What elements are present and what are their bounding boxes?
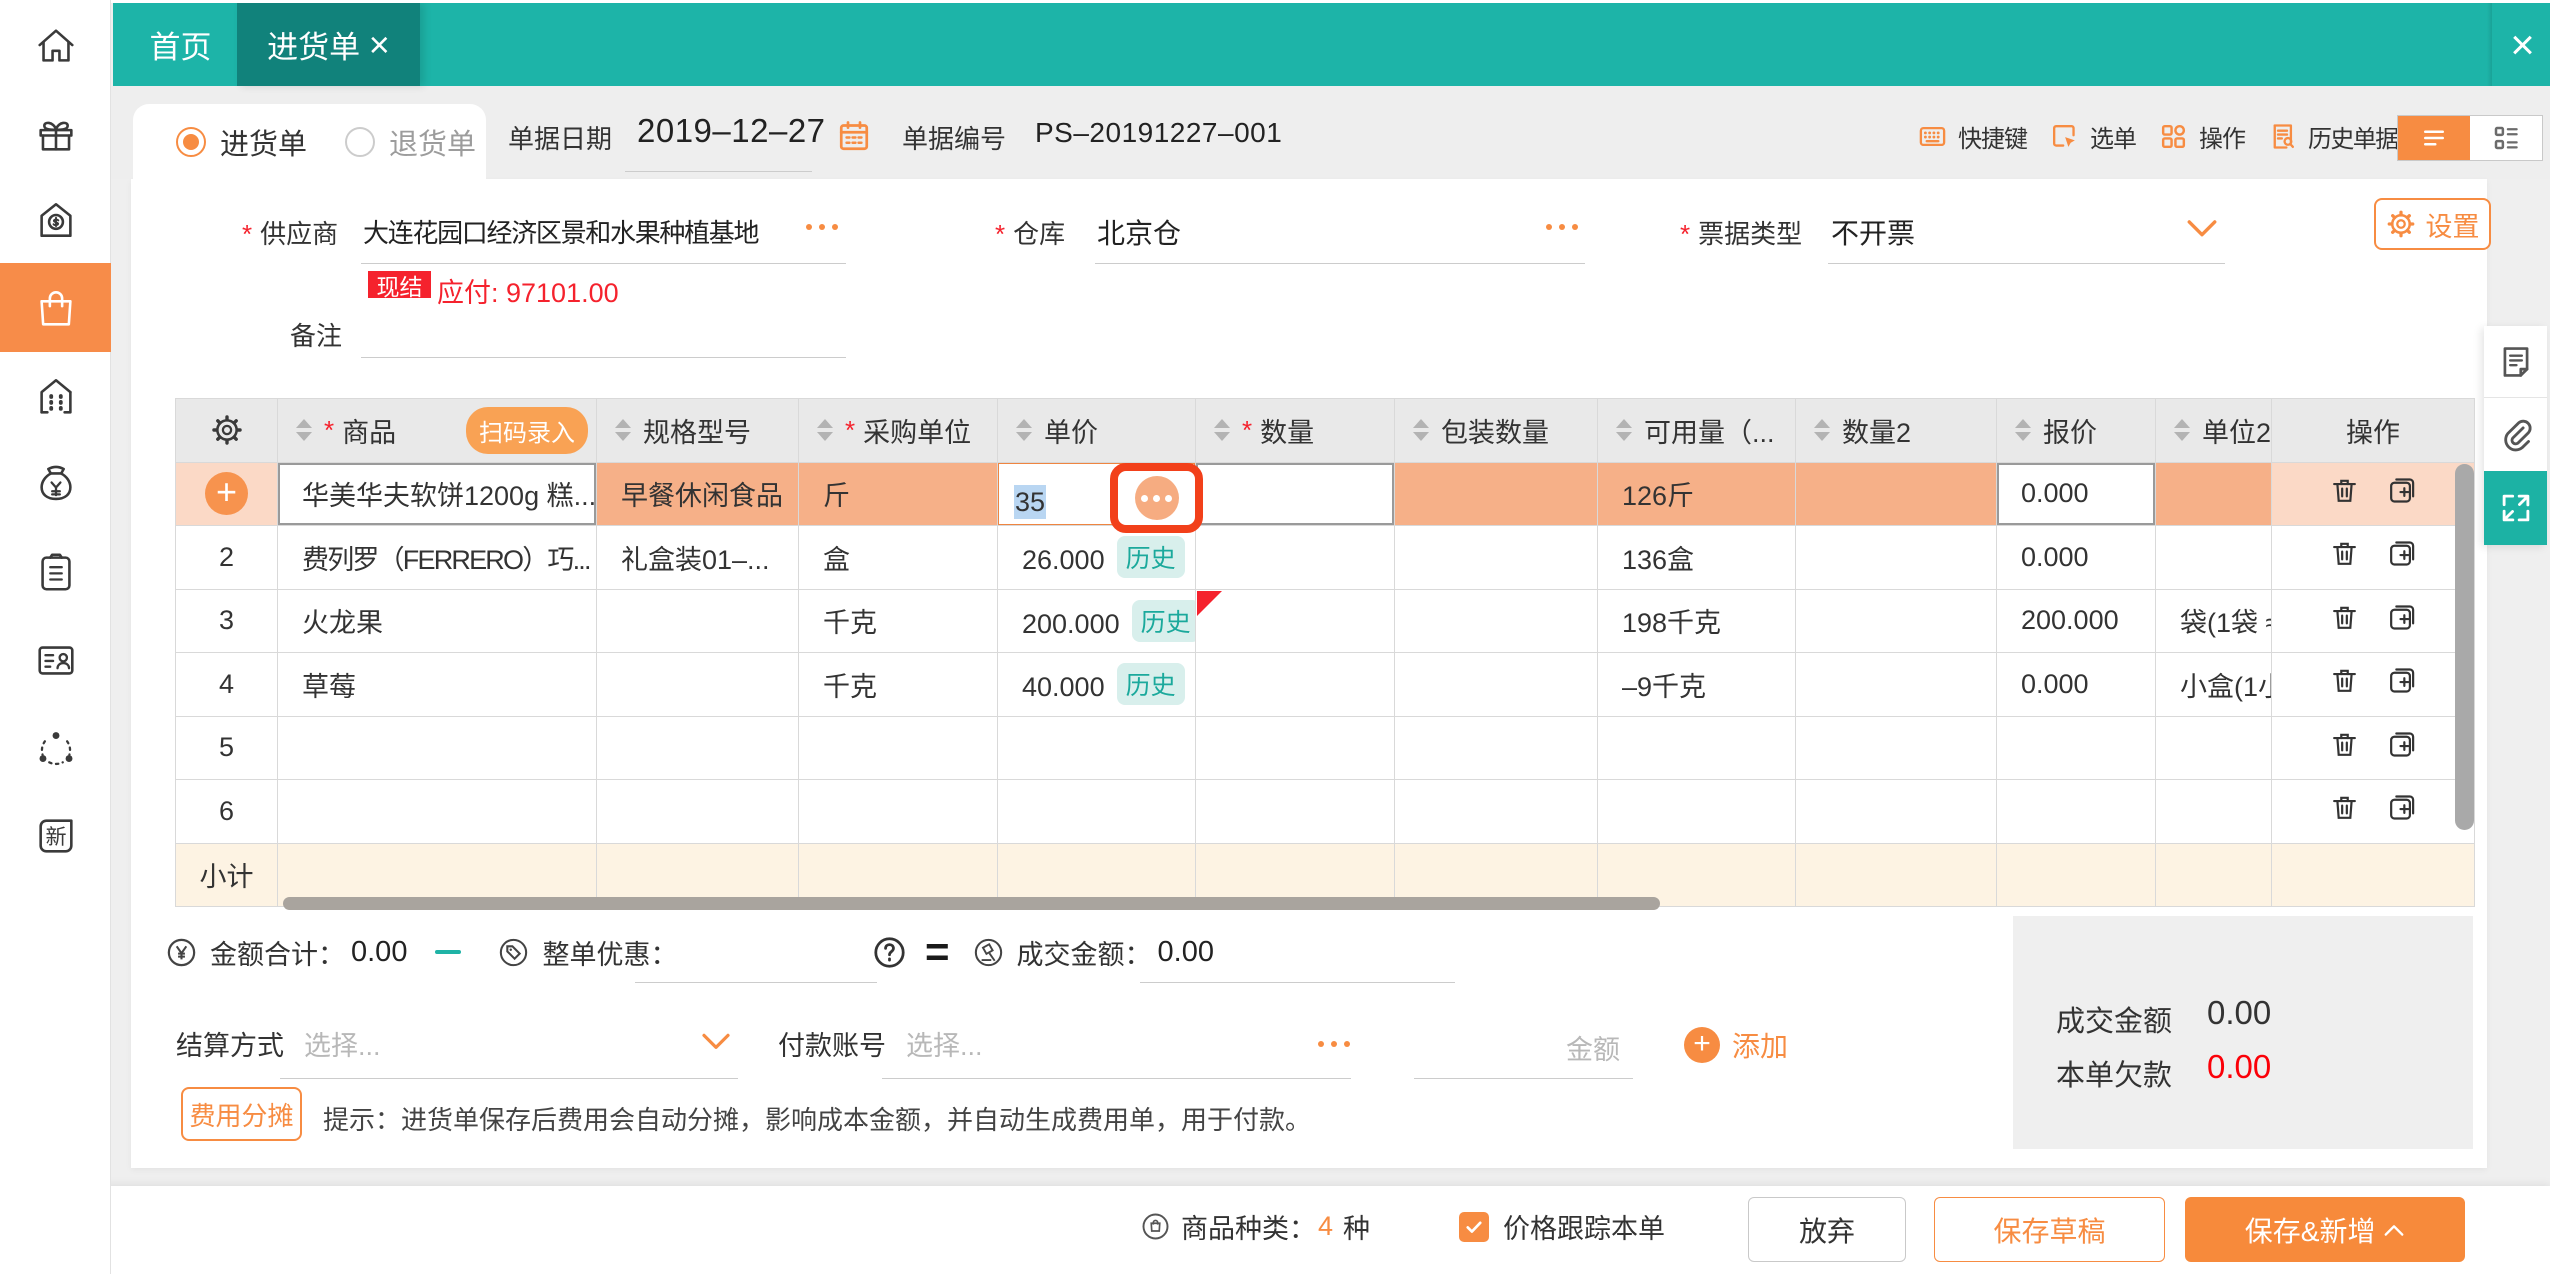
svg-text:新: 新 — [45, 825, 66, 849]
